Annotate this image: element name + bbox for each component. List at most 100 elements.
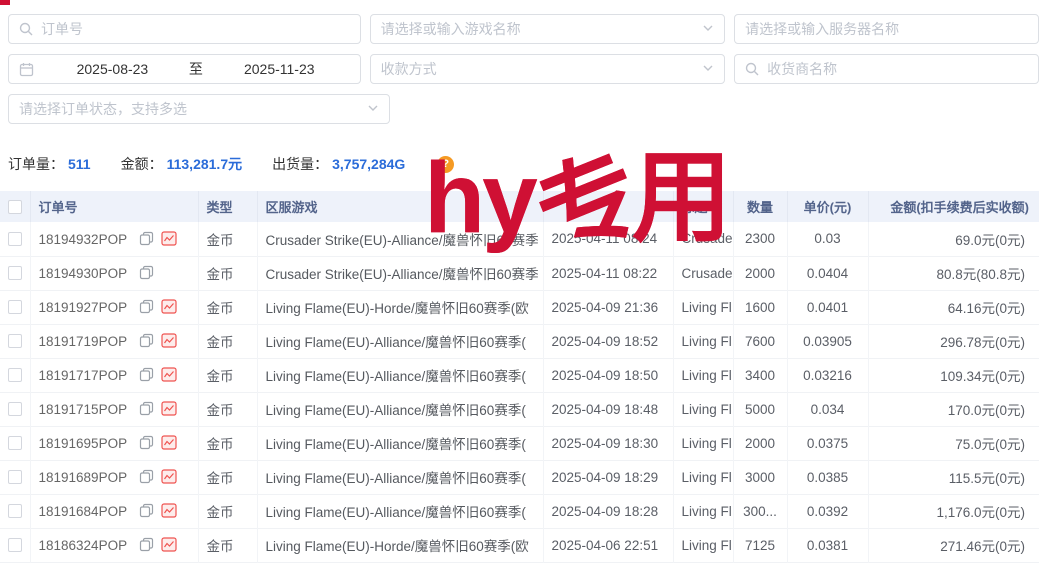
row-checkbox[interactable] xyxy=(8,334,22,348)
row-checkbox[interactable] xyxy=(8,402,22,416)
order-time-cell: 2025-04-09 18:29 xyxy=(543,460,673,494)
row-checkbox-cell xyxy=(0,256,30,290)
quantity-cell: 300... xyxy=(733,494,787,528)
server-name-select[interactable]: 请选择或输入服务器名称 xyxy=(734,14,1039,44)
type-cell: 金币 xyxy=(198,222,257,256)
date-end-value[interactable]: 2025-11-23 xyxy=(209,61,350,77)
copy-icon[interactable] xyxy=(139,469,154,484)
order-number-input[interactable] xyxy=(41,21,350,37)
price-chart-icon[interactable] xyxy=(161,401,177,416)
col-header-qty: 数量 xyxy=(733,191,787,222)
copy-icon[interactable] xyxy=(139,367,154,382)
row-checkbox[interactable] xyxy=(8,266,22,280)
order-management-page: 请选择或输入游戏名称 请选择或输入服务器名称 2025-08-23 至 2025… xyxy=(0,0,1039,581)
unit-price-cell: 0.03905 xyxy=(787,324,868,358)
order-time-cell: 2025-04-11 08:22 xyxy=(543,256,673,290)
price-chart-icon[interactable] xyxy=(161,231,177,246)
row-checkbox-cell xyxy=(0,460,30,494)
row-checkbox[interactable] xyxy=(8,470,22,484)
game-server-cell: Living Flame(EU)-Horde/魔兽怀旧60赛季(欧 xyxy=(257,290,543,324)
amount-cell: 271.46元(0元) xyxy=(868,528,1039,562)
row-checkbox[interactable] xyxy=(8,504,22,518)
merchant-name-input[interactable] xyxy=(767,61,1028,77)
select-all-checkbox[interactable] xyxy=(8,200,22,214)
game-server-cell: Living Flame(EU)-Horde/魔兽怀旧60赛季(欧 xyxy=(257,528,543,562)
order-no-cell: 18191719POP xyxy=(30,324,198,358)
price-chart-icon[interactable] xyxy=(161,503,177,518)
type-cell: 金币 xyxy=(198,256,257,290)
order-no-value: 18191719POP xyxy=(39,334,128,349)
order-no-value: 18191684POP xyxy=(39,504,128,519)
copy-icon[interactable] xyxy=(139,333,154,348)
row-checkbox[interactable] xyxy=(8,300,22,314)
title-cell: Living Fl xyxy=(673,290,733,324)
title-cell: Crusade xyxy=(673,256,733,290)
price-chart-icon[interactable] xyxy=(161,299,177,314)
unit-price-cell: 0.0404 xyxy=(787,256,868,290)
row-checkbox[interactable] xyxy=(8,368,22,382)
order-no-cell: 18194930POP xyxy=(30,256,198,290)
order-number-field[interactable] xyxy=(8,14,361,44)
table-row: 18191717POP金币Living Flame(EU)-Alliance/魔… xyxy=(0,358,1039,392)
table-row: 18191695POP金币Living Flame(EU)-Alliance/魔… xyxy=(0,426,1039,460)
merchant-name-field[interactable] xyxy=(734,54,1039,84)
price-chart-icon[interactable] xyxy=(161,367,177,382)
copy-icon[interactable] xyxy=(139,231,154,246)
table-row: 18191689POP金币Living Flame(EU)-Alliance/魔… xyxy=(0,460,1039,494)
date-range-picker[interactable]: 2025-08-23 至 2025-11-23 xyxy=(8,54,361,84)
server-name-placeholder: 请选择或输入服务器名称 xyxy=(745,19,1028,39)
table-row: 18194930POP金币Crusader Strike(EU)-Allianc… xyxy=(0,256,1039,290)
table-row: 18191927POP金币Living Flame(EU)-Horde/魔兽怀旧… xyxy=(0,290,1039,324)
order-count-value: 511 xyxy=(68,156,91,172)
quantity-cell: 5000 xyxy=(733,392,787,426)
order-time-cell: 2025-04-09 18:30 xyxy=(543,426,673,460)
search-icon xyxy=(745,62,759,76)
copy-icon[interactable] xyxy=(139,265,154,280)
row-checkbox-cell xyxy=(0,290,30,324)
order-no-cell: 18191717POP xyxy=(30,358,198,392)
date-start-value[interactable]: 2025-08-23 xyxy=(42,61,183,77)
order-status-select[interactable]: 请选择订单状态，支持多选 xyxy=(8,94,390,124)
type-cell: 金币 xyxy=(198,494,257,528)
copy-icon[interactable] xyxy=(139,537,154,552)
type-cell: 金币 xyxy=(198,426,257,460)
amount-cell: 80.8元(80.8元) xyxy=(868,256,1039,290)
copy-icon[interactable] xyxy=(139,503,154,518)
row-checkbox[interactable] xyxy=(8,436,22,450)
row-checkbox[interactable] xyxy=(8,538,22,552)
price-chart-icon[interactable] xyxy=(161,333,177,348)
orders-table: 订单号 类型 区服游戏 标题 数量 单价(元) 金额(扣手续费后实收额) 181… xyxy=(0,191,1039,563)
payment-method-select[interactable]: 收款方式 xyxy=(370,54,725,84)
order-no-cell: 18191927POP xyxy=(30,290,198,324)
date-separator: 至 xyxy=(183,59,209,79)
help-icon[interactable]: ? xyxy=(437,156,454,173)
type-cell: 金币 xyxy=(198,290,257,324)
col-header-game: 区服游戏 xyxy=(257,191,543,222)
shipment-label: 出货量： xyxy=(272,156,328,172)
unit-price-cell: 0.03 xyxy=(787,222,868,256)
order-no-value: 18191715POP xyxy=(39,402,128,417)
quantity-cell: 2000 xyxy=(733,426,787,460)
amount-cell: 109.34元(0元) xyxy=(868,358,1039,392)
copy-icon[interactable] xyxy=(139,435,154,450)
price-chart-icon[interactable] xyxy=(161,435,177,450)
game-server-cell: Living Flame(EU)-Alliance/魔兽怀旧60赛季( xyxy=(257,426,543,460)
price-chart-icon[interactable] xyxy=(161,537,177,552)
order-time-cell: 2025-04-09 18:28 xyxy=(543,494,673,528)
table-row: 18194932POP金币Crusader Strike(EU)-Allianc… xyxy=(0,222,1039,256)
order-no-cell: 18191684POP xyxy=(30,494,198,528)
type-cell: 金币 xyxy=(198,358,257,392)
type-cell: 金币 xyxy=(198,460,257,494)
row-checkbox[interactable] xyxy=(8,232,22,246)
copy-icon[interactable] xyxy=(139,401,154,416)
order-time-cell: 2025-04-06 22:51 xyxy=(543,528,673,562)
game-name-select[interactable]: 请选择或输入游戏名称 xyxy=(370,14,725,44)
order-count-label: 订单量： xyxy=(8,156,64,172)
game-server-cell: Living Flame(EU)-Alliance/魔兽怀旧60赛季( xyxy=(257,392,543,426)
col-header-order-no: 订单号 xyxy=(30,191,198,222)
order-time-cell: 2025-04-09 21:36 xyxy=(543,290,673,324)
price-chart-icon[interactable] xyxy=(161,469,177,484)
copy-icon[interactable] xyxy=(139,299,154,314)
order-no-cell: 18186324POP xyxy=(30,528,198,562)
order-no-cell: 18191715POP xyxy=(30,392,198,426)
